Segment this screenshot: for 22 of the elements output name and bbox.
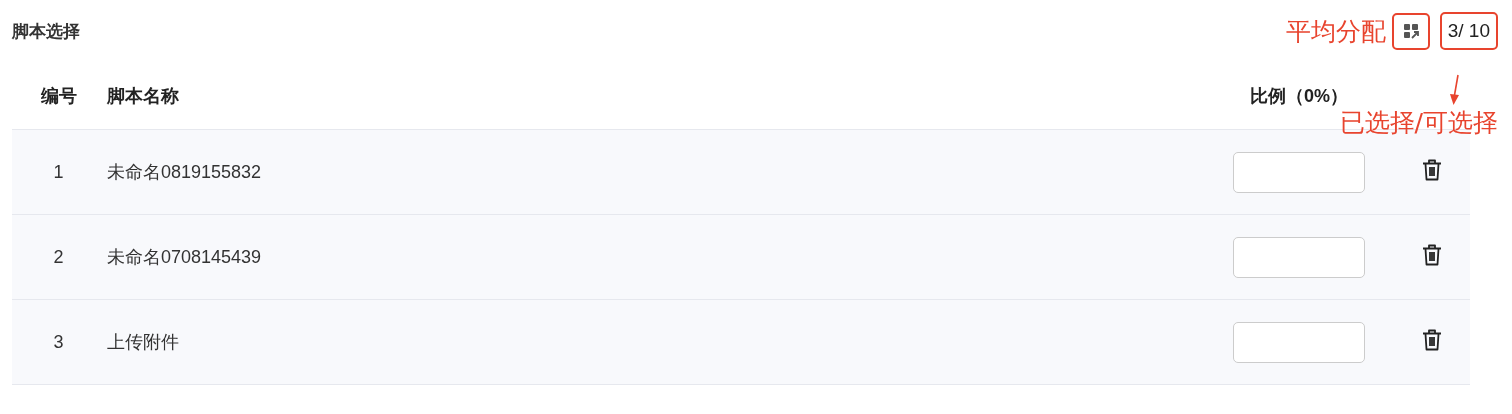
column-header: 编号 [39,84,78,108]
delete-icon[interactable] [1422,328,1442,351]
table-cell-text: 上传附件 [106,331,180,354]
annotation-arrow [1448,74,1462,106]
grid-icon [1402,23,1419,39]
annotation-text: 平均分配 [1285,15,1386,48]
section-title: 脚本选择 [12,20,80,43]
ratio-input-field[interactable] [1233,236,1365,278]
delete-icon[interactable] [1422,158,1442,181]
table-cell-text: 未命名0819155832 [106,161,263,184]
table-cell-text: 1 [52,161,65,183]
table-cell-text: 未命名0708145439 [106,246,263,269]
delete-icon[interactable] [1422,243,1442,266]
selection-counter: 3/ 10 [1439,12,1498,50]
distribute-button[interactable] [1391,12,1430,50]
column-header: 比例（0%） [1249,84,1349,108]
annotation-text: 已选择/可选择 [1339,107,1498,139]
ratio-input-field[interactable] [1233,321,1365,363]
column-header: 脚本名称 [106,84,180,108]
table-cell-text: 2 [52,246,65,268]
ratio-input-field[interactable] [1233,151,1365,193]
table-cell-text: 3 [52,331,65,353]
